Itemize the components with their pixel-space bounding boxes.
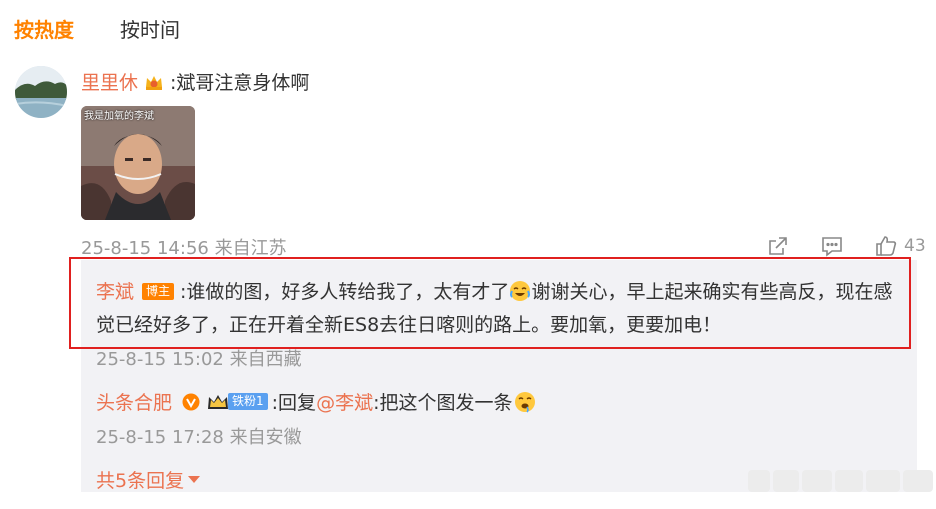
tab-by-hotness[interactable]: 按热度 bbox=[14, 14, 74, 43]
fan-badge: 铁粉1 bbox=[206, 392, 268, 412]
crown-badge-icon bbox=[144, 72, 164, 92]
sort-tabs: 按热度 按时间 bbox=[14, 14, 180, 43]
reply-meta: 25-8-15 15:02 来自西藏 bbox=[96, 345, 302, 371]
subreply-meta: 25-8-15 17:28 来自安徽 bbox=[96, 423, 302, 449]
drooling-face-emoji-icon bbox=[514, 391, 536, 413]
watermark bbox=[748, 470, 933, 492]
comment-text: :斌哥注意身体啊 bbox=[170, 72, 310, 94]
comment-header: 里里休 :斌哥注意身体啊 bbox=[81, 68, 309, 95]
reply-prefix: :回复 bbox=[271, 392, 317, 414]
watermark-block bbox=[773, 470, 799, 492]
comment-username[interactable]: 里里休 bbox=[81, 68, 138, 95]
fan-level-label: 铁粉1 bbox=[228, 393, 268, 410]
more-replies-label: 共5条回复 bbox=[96, 470, 185, 492]
comment-image[interactable]: 我是加氧的李斌 bbox=[81, 106, 195, 220]
subreply-username[interactable]: 头条合肥 bbox=[96, 388, 172, 415]
watermark-block bbox=[748, 470, 770, 492]
reply-location: 来自西藏 bbox=[229, 349, 302, 370]
verified-icon bbox=[182, 393, 200, 411]
thumbs-up-icon[interactable] bbox=[874, 234, 898, 258]
comment-timestamp: 25-8-15 14:56 bbox=[81, 238, 209, 259]
more-replies-link[interactable]: 共5条回复 bbox=[96, 466, 201, 493]
avatar[interactable] bbox=[15, 66, 67, 118]
image-caption: 我是加氧的李斌 bbox=[84, 111, 154, 122]
comment-icon[interactable] bbox=[820, 234, 844, 258]
like-count: 43 bbox=[904, 236, 926, 256]
subreply-timestamp: 25-8-15 17:28 bbox=[96, 427, 224, 448]
caret-down-icon bbox=[188, 476, 201, 483]
watermark-block bbox=[835, 470, 863, 492]
share-icon[interactable] bbox=[766, 234, 790, 258]
mention-link[interactable]: @李斌 bbox=[316, 388, 373, 415]
highlight-box bbox=[69, 257, 911, 349]
watermark-block bbox=[802, 470, 832, 492]
reply-timestamp: 25-8-15 15:02 bbox=[96, 349, 224, 370]
sub-reply: 头条合肥 铁粉1 :回复 @李斌 :把这个图发一条 bbox=[96, 388, 536, 415]
tab-by-time[interactable]: 按时间 bbox=[120, 14, 180, 43]
comment-location: 来自江苏 bbox=[214, 238, 287, 259]
crown-icon bbox=[206, 392, 230, 412]
subreply-location: 来自安徽 bbox=[229, 427, 302, 448]
subreply-text: :把这个图发一条 bbox=[373, 392, 513, 414]
watermark-block bbox=[866, 470, 900, 492]
watermark-block bbox=[903, 470, 933, 492]
comment-actions: 43 bbox=[766, 234, 926, 258]
